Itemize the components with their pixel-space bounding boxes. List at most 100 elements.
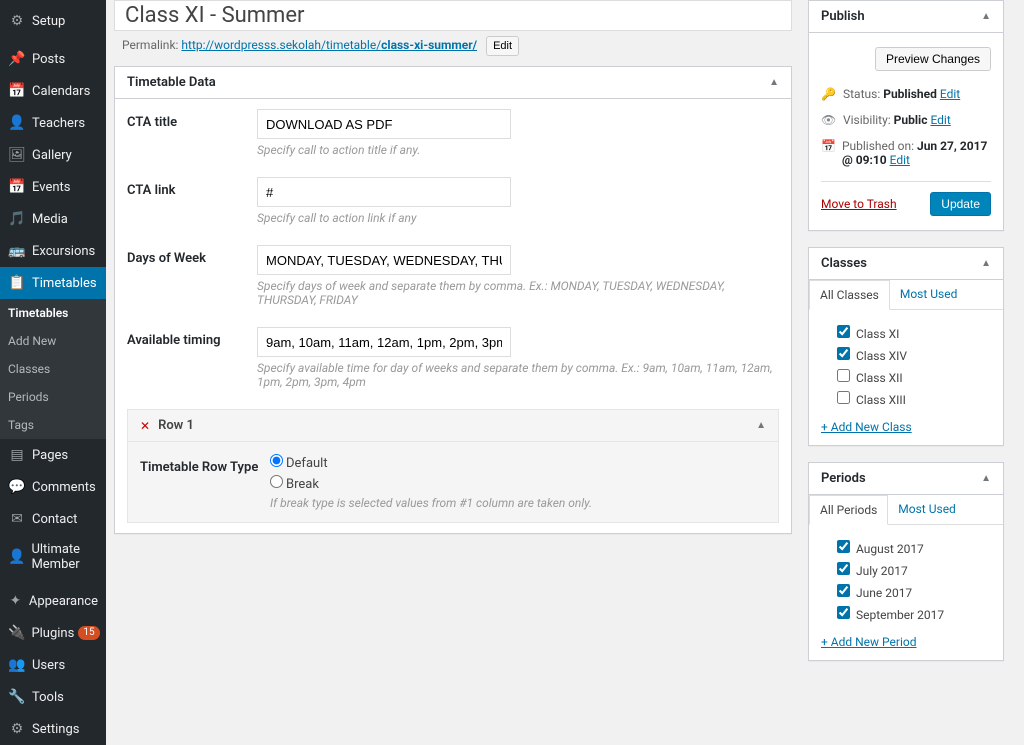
sidebar-label: Events bbox=[32, 180, 70, 195]
sidebar-label: Gallery bbox=[32, 148, 72, 163]
classes-panel: Classes ▲ All Classes Most Used Class XI… bbox=[808, 247, 1004, 446]
days-input[interactable] bbox=[257, 245, 511, 275]
cta-title-label: CTA title bbox=[127, 109, 257, 130]
class-checkbox[interactable] bbox=[837, 347, 850, 360]
timetable-data-panel: Timetable Data ▲ CTA title Specify call … bbox=[114, 66, 792, 534]
toggle-panel-icon[interactable]: ▲ bbox=[981, 11, 991, 22]
sidebar-label: Ultimate Member bbox=[31, 542, 98, 572]
class-label: Class XII bbox=[856, 371, 903, 385]
sidebar-item-ultimate-member[interactable]: 👤 Ultimate Member bbox=[0, 535, 106, 579]
sidebar-item-calendars[interactable]: 📅Calendars bbox=[0, 75, 106, 107]
sidebar-item-pages[interactable]: ▤ Pages bbox=[0, 439, 106, 471]
sidebar-label: Pages bbox=[32, 448, 68, 463]
status-value: Published bbox=[883, 87, 937, 101]
period-checkbox[interactable] bbox=[837, 606, 850, 619]
panel-title: Classes bbox=[821, 256, 867, 271]
class-label: Class XI bbox=[856, 327, 899, 341]
sidebar-item-comments[interactable]: 💬Comments bbox=[0, 471, 106, 503]
update-badge: 15 bbox=[78, 626, 99, 640]
add-new-class-link[interactable]: + Add New Class bbox=[821, 420, 912, 434]
cta-link-input[interactable] bbox=[257, 177, 511, 207]
sidebar-item-posts[interactable]: 📌Posts bbox=[0, 43, 106, 75]
tab-all-classes[interactable]: All Classes bbox=[809, 280, 890, 310]
sidebar-sub-classes[interactable]: Classes bbox=[0, 355, 106, 383]
sidebar-item-users[interactable]: 👥 Users bbox=[0, 649, 106, 681]
sidebar-item-contact[interactable]: ✉Contact bbox=[0, 503, 106, 535]
sidebar-item-media[interactable]: 🎵Media bbox=[0, 203, 106, 235]
pages-icon: ▤ bbox=[8, 446, 26, 464]
sidebar-item-events[interactable]: 📅Events bbox=[0, 171, 106, 203]
period-checkbox[interactable] bbox=[837, 584, 850, 597]
calendar-icon: 📅 bbox=[8, 82, 26, 100]
sidebar-item-teachers[interactable]: 👤Teachers bbox=[0, 107, 106, 139]
sidebar-sub-tags[interactable]: Tags bbox=[0, 411, 106, 439]
sidebar-item-plugins[interactable]: 🔌Plugins15 bbox=[0, 617, 106, 649]
update-button[interactable]: Update bbox=[930, 192, 991, 216]
sidebar-item-timetables[interactable]: 📋Timetables bbox=[0, 267, 106, 299]
sidebar-item-gallery[interactable]: 🖼Gallery bbox=[0, 139, 106, 171]
sidebar-item-appearance[interactable]: ✦Appearance bbox=[0, 585, 106, 617]
panel-title: Timetable Data bbox=[127, 75, 216, 90]
eye-icon: 👁 bbox=[821, 113, 837, 127]
class-checkbox[interactable] bbox=[837, 325, 850, 338]
preview-button[interactable]: Preview Changes bbox=[875, 47, 991, 71]
post-title-box[interactable]: Class XI - Summer bbox=[114, 0, 792, 31]
cta-link-desc: Specify call to action link if any bbox=[257, 211, 779, 225]
class-checkbox[interactable] bbox=[837, 369, 850, 382]
rowtype-label: Timetable Row Type bbox=[140, 454, 270, 510]
rowtype-default-radio[interactable] bbox=[270, 454, 283, 467]
period-label: July 2017 bbox=[856, 564, 908, 578]
toggle-panel-icon[interactable]: ▲ bbox=[769, 77, 779, 88]
add-new-period-link[interactable]: + Add New Period bbox=[821, 635, 917, 649]
sidebar-label: Users bbox=[32, 658, 65, 673]
period-label: August 2017 bbox=[856, 542, 924, 556]
timing-input[interactable] bbox=[257, 327, 511, 357]
move-to-trash-link[interactable]: Move to Trash bbox=[821, 197, 897, 211]
sidebar-sub-add-new[interactable]: Add New bbox=[0, 327, 106, 355]
sidebar-sub-timetables[interactable]: Timetables bbox=[0, 299, 106, 327]
tab-most-used[interactable]: Most Used bbox=[890, 280, 968, 309]
edit-visibility-link[interactable]: Edit bbox=[930, 113, 950, 127]
tab-all-periods[interactable]: All Periods bbox=[809, 495, 888, 525]
tab-most-used[interactable]: Most Used bbox=[888, 495, 966, 524]
visibility-value: Public bbox=[894, 113, 928, 127]
timing-desc: Specify available time for day of weeks … bbox=[257, 361, 779, 389]
toggle-panel-icon[interactable]: ▲ bbox=[981, 473, 991, 484]
toggle-row-icon[interactable]: ▲ bbox=[756, 420, 766, 431]
calendar-icon: 📅 bbox=[821, 139, 836, 153]
users-icon: 👥 bbox=[8, 656, 26, 674]
rowtype-break-radio[interactable] bbox=[270, 475, 283, 488]
media-icon: 🎵 bbox=[8, 210, 26, 228]
edit-date-link[interactable]: Edit bbox=[890, 153, 910, 167]
sidebar-label: Appearance bbox=[29, 594, 98, 609]
sidebar-item-settings[interactable]: ⚙Settings bbox=[0, 713, 106, 745]
row-1-box: ✕ Row 1 ▲ Timetable Row Type Default Bre… bbox=[127, 409, 779, 523]
sidebar-label: Plugins bbox=[31, 626, 74, 641]
permalink-link[interactable]: http://wordpresss.sekolah/timetable/clas… bbox=[181, 38, 477, 52]
panel-title: Publish bbox=[821, 9, 865, 24]
sidebar-label: Settings bbox=[32, 722, 79, 737]
sidebar-label: Timetables bbox=[32, 276, 97, 291]
visibility-label: Visibility: bbox=[843, 113, 891, 127]
class-label: Class XIII bbox=[856, 393, 906, 407]
sidebar-item-setup[interactable]: ⚙Setup bbox=[0, 5, 106, 37]
timing-label: Available timing bbox=[127, 327, 257, 348]
close-row-icon[interactable]: ✕ bbox=[140, 419, 150, 433]
sidebar-sub-periods[interactable]: Periods bbox=[0, 383, 106, 411]
sidebar-label: Setup bbox=[32, 14, 65, 29]
period-checkbox[interactable] bbox=[837, 540, 850, 553]
cta-link-label: CTA link bbox=[127, 177, 257, 198]
sidebar-item-tools[interactable]: 🔧Tools bbox=[0, 681, 106, 713]
comment-icon: 💬 bbox=[8, 478, 26, 496]
sidebar-item-excursions[interactable]: 🚌Excursions bbox=[0, 235, 106, 267]
sidebar-label: Posts bbox=[32, 52, 65, 67]
period-checkbox[interactable] bbox=[837, 562, 850, 575]
class-checkbox[interactable] bbox=[837, 391, 850, 404]
toggle-panel-icon[interactable]: ▲ bbox=[981, 258, 991, 269]
edit-status-link[interactable]: Edit bbox=[940, 87, 960, 101]
sidebar-label: Teachers bbox=[32, 116, 85, 131]
cta-title-input[interactable] bbox=[257, 109, 511, 139]
edit-slug-button[interactable]: Edit bbox=[486, 36, 519, 56]
person-icon: 👤 bbox=[8, 548, 25, 566]
panel-title: Periods bbox=[821, 471, 866, 486]
